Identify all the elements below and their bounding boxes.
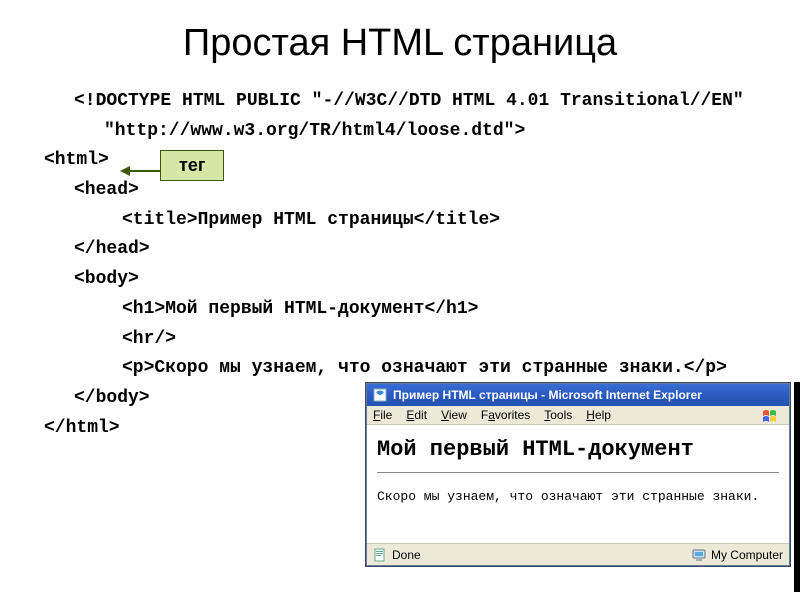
code-line-h1: <h1>Мой первый HTML-документ</h1> xyxy=(44,295,780,325)
status-zone-text: My Computer xyxy=(711,548,783,562)
page-heading: Мой первый HTML-документ xyxy=(377,437,779,462)
menu-edit[interactable]: Edit xyxy=(406,408,427,422)
code-line-title: <title>Пример HTML страницы</title> xyxy=(44,206,780,236)
menu-help[interactable]: Help xyxy=(586,408,611,422)
crop-edge xyxy=(794,382,800,592)
status-done-text: Done xyxy=(392,548,421,562)
callout-tag-label: тег xyxy=(160,150,224,181)
code-line-hr: <hr/> xyxy=(44,325,780,355)
code-line-p: <p>Скоро мы узнаем, что означают эти стр… xyxy=(44,354,780,384)
document-icon xyxy=(373,548,387,562)
code-line-head-open: <head> xyxy=(44,176,780,206)
page-hr xyxy=(377,472,779,473)
callout-arrow xyxy=(120,164,160,166)
slide-title: Простая HTML страница xyxy=(0,0,800,87)
computer-icon xyxy=(692,548,706,562)
menu-view[interactable]: View xyxy=(441,408,467,422)
menu-file[interactable]: File xyxy=(373,408,392,422)
browser-titlebar: Пример HTML страницы - Microsoft Interne… xyxy=(367,384,789,406)
page-paragraph: Скоро мы узнаем, что означают эти странн… xyxy=(377,489,779,504)
windows-flag-icon xyxy=(759,407,785,427)
browser-viewport: Мой первый HTML-документ Скоро мы узнаем… xyxy=(367,425,789,543)
code-line-head-close: </head> xyxy=(44,235,780,265)
browser-title-text: Пример HTML страницы - Microsoft Interne… xyxy=(393,388,702,402)
browser-statusbar: Done My Computer xyxy=(367,543,789,565)
code-line-doctype: <!DOCTYPE HTML PUBLIC "-//W3C//DTD HTML … xyxy=(44,87,780,146)
menu-favorites[interactable]: Favorites xyxy=(481,408,530,422)
browser-menubar: File Edit View Favorites Tools Help xyxy=(367,406,789,425)
ie-icon xyxy=(373,388,387,402)
browser-window: Пример HTML страницы - Microsoft Interne… xyxy=(366,383,790,566)
code-line-body-open: <body> xyxy=(44,265,780,295)
menu-tools[interactable]: Tools xyxy=(544,408,572,422)
